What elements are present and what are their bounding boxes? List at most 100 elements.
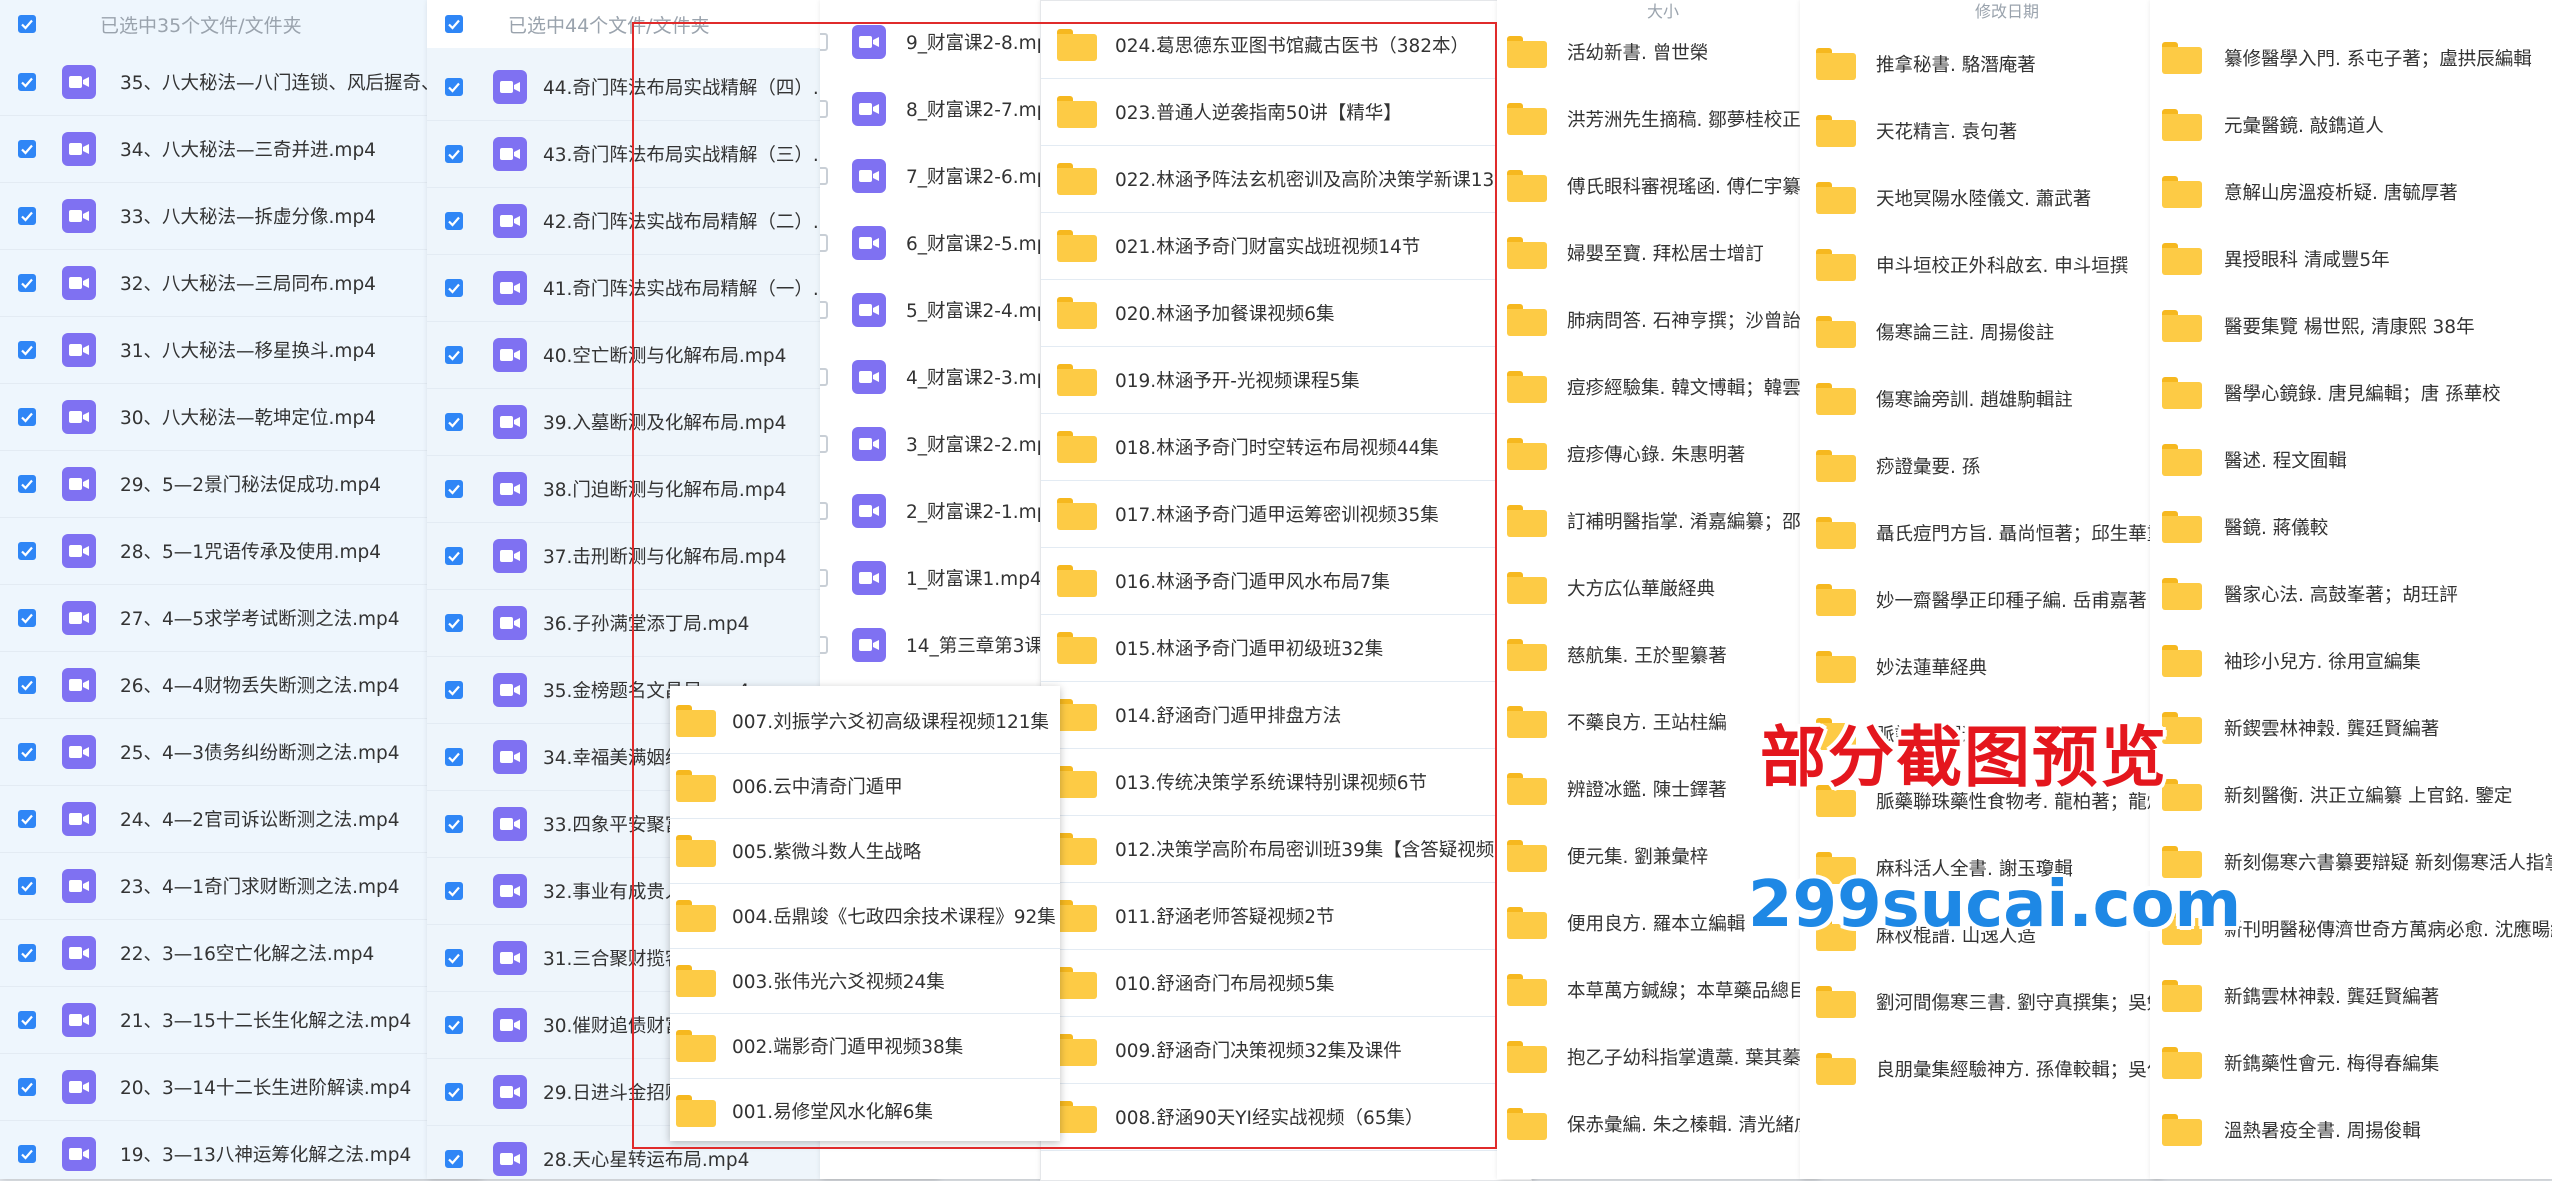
folder-row[interactable]: 抱乙子幼科指掌遺藁. 葉其蓁編 [1497,1023,1817,1090]
file-row[interactable]: 27、4—5求学考试断测之法.mp4 [0,584,480,652]
row-checkbox[interactable] [18,1077,36,1096]
folder-row[interactable]: 婦嬰至寶. 拜松居士增訂 [1497,219,1817,286]
folder-row[interactable]: 異授眼科 清咸豐5年 [2150,225,2552,292]
row-checkbox[interactable] [18,1144,36,1163]
row-checkbox[interactable] [820,166,828,185]
folder-row[interactable]: 003.张伟光六爻视频24集 [670,948,1060,1014]
folder-row[interactable]: 保赤彙編. 朱之榛輯. 清光緒戊子 [1497,1090,1817,1157]
folder-row[interactable]: 本草萬方鍼線；本草藥品總目 [1497,956,1817,1023]
folder-row[interactable]: 痧證彙要. 孫 [1800,432,2160,499]
folder-row[interactable]: 聶氏痘門方旨. 聶尚恒著；邱生華重訂 [1800,499,2160,566]
row-checkbox[interactable] [18,1010,36,1029]
row-checkbox[interactable] [445,1082,463,1101]
row-checkbox[interactable] [18,139,36,158]
size-column-header[interactable]: 大小 [1647,0,1679,20]
file-row[interactable]: 22、3—16空亡化解之法.mp4 [0,919,480,987]
row-checkbox[interactable] [820,32,828,51]
folder-row[interactable]: 020.林涵予加餐课视频6集 [1041,279,1531,347]
row-checkbox[interactable] [18,72,36,91]
row-checkbox[interactable] [820,501,828,520]
row-checkbox[interactable] [445,680,463,699]
folder-row[interactable]: 017.林涵予奇门遁甲运筹密训视频35集 [1041,480,1531,548]
row-checkbox[interactable] [445,948,463,967]
folder-row[interactable]: 痘疹經驗集. 韓文博輯；韓雲峰增補 [1497,353,1817,420]
row-checkbox[interactable] [820,568,828,587]
row-checkbox[interactable] [18,474,36,493]
select-all-checkbox[interactable] [445,15,463,33]
folder-row[interactable]: 新刻醫衡. 洪正立編纂 上官銘. 鑒定 [2150,761,2552,828]
folder-row[interactable]: 016.林涵予奇门遁甲风水布局7集 [1041,547,1531,615]
file-row[interactable]: 21、3—15十二长生化解之法.mp4 [0,986,480,1054]
row-checkbox[interactable] [445,613,463,632]
folder-row[interactable]: 訂補明醫指掌. 淆嘉編纂；邵從隆重訂 [1497,487,1817,554]
folder-row[interactable]: 012.决策学高阶布局密训班39集【含答疑视频及资料】 [1041,815,1531,883]
row-checkbox[interactable] [445,345,463,364]
folder-row[interactable]: 大方広仏華厳経典 [1497,554,1817,621]
row-checkbox[interactable] [820,367,828,386]
row-checkbox[interactable] [445,747,463,766]
row-checkbox[interactable] [445,1015,463,1034]
folder-row[interactable]: 袖珍小兒方. 徐用宣編集 [2150,627,2552,694]
row-checkbox[interactable] [445,1149,463,1168]
folder-row[interactable]: 010.舒涵奇门布局视频5集 [1041,949,1531,1017]
folder-row[interactable]: 劉河間傷寒三書. 劉守真撰集；吳勉學校 [1800,968,2160,1035]
folder-row[interactable]: 009.舒涵奇门决策视频32集及课件 [1041,1016,1531,1084]
folder-row[interactable]: 001.易修堂风水化解6集 [670,1078,1060,1141]
folder-row[interactable]: 肺病問答. 石神亨撰；沙曾詒譯 [1497,286,1817,353]
file-row[interactable]: 35、八大秘法—八门连锁、风后握奇、背水一战.mp4 [0,48,480,116]
row-checkbox[interactable] [18,876,36,895]
folder-row[interactable]: 天花精言. 袁句著 [1800,97,2160,164]
row-checkbox[interactable] [445,77,463,96]
select-all-checkbox[interactable] [18,15,36,33]
folder-row[interactable]: 004.岳鼎竣《七政四余技术课程》92集 [670,883,1060,949]
folder-row[interactable]: 醫鏡. 蔣儀較 [2150,493,2552,560]
row-checkbox[interactable] [18,742,36,761]
file-row[interactable]: 32、八大秘法—三局同布.mp4 [0,249,480,317]
row-checkbox[interactable] [820,300,828,319]
file-row[interactable]: 23、4—1奇门求财断测之法.mp4 [0,852,480,920]
folder-row[interactable]: 新鐫雲林神穀. 龔廷賢編著 [2150,962,2552,1029]
folder-row[interactable]: 醫家心法. 高鼓峯著；胡玨評 [2150,560,2552,627]
folder-row[interactable]: 痘疹傳心錄. 朱惠明著 [1497,420,1817,487]
row-checkbox[interactable] [18,675,36,694]
row-checkbox[interactable] [18,608,36,627]
row-checkbox[interactable] [18,407,36,426]
row-checkbox[interactable] [445,479,463,498]
folder-row[interactable]: 013.传统决策学系统课特别课视频6节 [1041,748,1531,816]
row-checkbox[interactable] [820,434,828,453]
file-row[interactable]: 31、八大秘法—移星换斗.mp4 [0,316,480,384]
file-row[interactable]: 30、八大秘法—乾坤定位.mp4 [0,383,480,451]
folder-row[interactable]: 002.端影奇门遁甲视频38集 [670,1013,1060,1079]
row-checkbox[interactable] [820,635,828,654]
folder-row[interactable]: 洪芳洲先生摘稿. 鄒夢桂校正 [1497,85,1817,152]
file-row[interactable]: 34、八大秘法—三奇并进.mp4 [0,115,480,183]
file-row[interactable]: 33、八大秘法—拆虚分像.mp4 [0,182,480,250]
row-checkbox[interactable] [445,412,463,431]
row-checkbox[interactable] [445,278,463,297]
row-checkbox[interactable] [445,144,463,163]
row-checkbox[interactable] [18,943,36,962]
folder-row[interactable]: 006.云中清奇门遁甲 [670,753,1060,819]
folder-row[interactable]: 015.林涵予奇门遁甲初级班32集 [1041,614,1531,682]
file-row[interactable]: 25、4—3债务纠纷断测之法.mp4 [0,718,480,786]
folder-row[interactable]: 005.紫微斗数人生战略 [670,818,1060,884]
file-row[interactable]: 28、5—1咒语传承及使用.mp4 [0,517,480,585]
row-checkbox[interactable] [445,814,463,833]
file-row[interactable]: 24、4—2官司诉讼断测之法.mp4 [0,785,480,853]
row-checkbox[interactable] [445,881,463,900]
folder-row[interactable]: 傷寒論三註. 周揚俊註 [1800,298,2160,365]
folder-row[interactable]: 推拿秘書. 駱潛庵著 [1800,30,2160,97]
folder-row[interactable]: 018.林涵予奇门时空转运布局视频44集 [1041,413,1531,481]
folder-row[interactable]: 醫學心鏡錄. 唐見編輯；唐 孫華校 [2150,359,2552,426]
folder-row[interactable]: 007.刘振学六爻初高级课程视频121集 [670,688,1060,754]
folder-row[interactable]: 024.葛思德东亚图书馆藏古医书（382本） [1041,11,1531,79]
file-row[interactable]: 20、3—14十二长生进阶解读.mp4 [0,1053,480,1121]
folder-row[interactable]: 新鍥雲林神穀. 龔廷賢編著 [2150,694,2552,761]
folder-row[interactable]: 011.舒涵老师答疑视频2节 [1041,882,1531,950]
folder-row[interactable]: 傷寒論旁訓. 趙雄駒輯註 [1800,365,2160,432]
folder-row[interactable]: 醫述. 程文囿輯 [2150,426,2552,493]
folder-row[interactable]: 申斗垣校正外科啟玄. 申斗垣撰 [1800,231,2160,298]
folder-row[interactable]: 傅氏眼科審視瑤函. 傅仁宇纂輯 [1497,152,1817,219]
folder-row[interactable]: 纂修醫學入門. 系屯子著；盧拱辰編輯 [2150,24,2552,91]
folder-row[interactable]: 良朋彙集經驗神方. 孫偉較輯；吳化校 [1800,1035,2160,1102]
